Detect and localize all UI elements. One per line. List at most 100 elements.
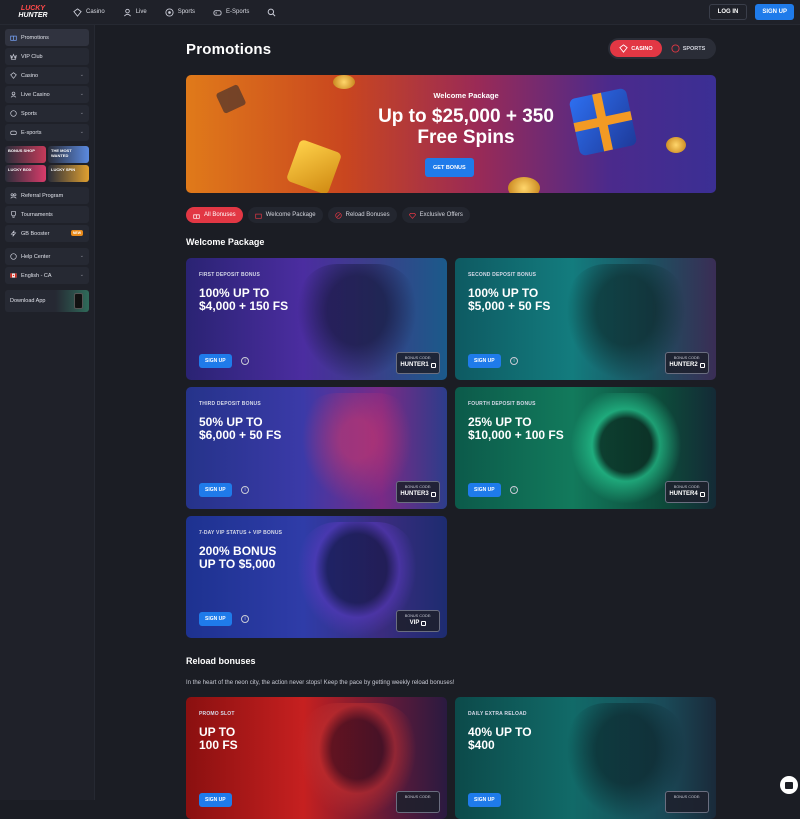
- reload-description: In the heart of the neon city, the actio…: [186, 680, 716, 686]
- coin-decoration: [333, 75, 355, 89]
- sign-up-button[interactable]: SIGN UP: [199, 483, 232, 497]
- new-badge: NEW: [71, 230, 83, 236]
- sidebar-promo-tiles: BONUS SHOP THE MOST WANTED LUCKY BOX LUC…: [5, 146, 89, 182]
- sidebar-item-promotions[interactable]: Promotions: [5, 29, 89, 46]
- chevron-down-icon: ⌄: [80, 72, 84, 78]
- card-title: UP TO 100 FS: [199, 726, 238, 752]
- filter-exclusive-offers[interactable]: Exclusive Offers: [402, 207, 470, 223]
- bonus-code-box[interactable]: BONUS CODE: HUNTER4: [665, 481, 709, 503]
- welcome-cards-grid: FIRST DEPOSIT BONUS 100% UP TO $4,000 + …: [186, 258, 716, 638]
- sidebar-item-esports[interactable]: E-sports ⌄: [5, 124, 89, 141]
- bonus-code-label: BONUS CODE:: [397, 614, 439, 618]
- sidebar-item-label: Casino: [21, 73, 38, 79]
- esports-icon: [213, 8, 222, 17]
- sign-up-button[interactable]: SIGN UP: [468, 354, 501, 368]
- info-icon[interactable]: i: [241, 357, 249, 365]
- bonus-code-box[interactable]: BONUS CODE:: [396, 791, 440, 813]
- sidebar-item-language[interactable]: English - CA ⌄: [5, 267, 89, 284]
- sidebar-item-tournaments[interactable]: Tournaments: [5, 206, 89, 223]
- bonus-card: PROMO SLOT UP TO 100 FS SIGN UP BONUS CO…: [186, 697, 447, 819]
- vip-icon: [10, 53, 17, 60]
- chevron-down-icon: ⌄: [80, 129, 84, 135]
- tile-lucky-box[interactable]: LUCKY BOX: [5, 165, 46, 182]
- sports-icon: [671, 44, 680, 53]
- toggle-casino-label: CASINO: [631, 46, 652, 52]
- bonus-code-box[interactable]: BONUS CODE:: [665, 791, 709, 813]
- tile-lucky-spin[interactable]: LUCKY SPIN: [48, 165, 89, 182]
- bonus-code-box[interactable]: BONUS CODE: HUNTER2: [665, 352, 709, 374]
- sidebar-item-label: English - CA: [21, 273, 52, 279]
- chat-support-button[interactable]: [780, 776, 798, 794]
- sign-up-button[interactable]: SIGN UP: [199, 354, 232, 368]
- tile-label: BONUS SHOP: [8, 148, 35, 153]
- sign-up-button[interactable]: SIGN UP: [468, 483, 501, 497]
- sign-up-button[interactable]: SIGN UP: [199, 793, 232, 807]
- top-bar: LUCKYHUNTER Casino Live Sports E-Sports …: [0, 0, 800, 25]
- sign-up-button[interactable]: SIGN UP: [199, 612, 232, 626]
- filter-welcome-package[interactable]: Welcome Package: [248, 207, 323, 223]
- copy-icon[interactable]: [421, 621, 426, 626]
- gift-icon: [193, 212, 200, 219]
- sports-icon: [10, 110, 17, 117]
- hero-line1: Up to $25,000 + 350: [216, 106, 716, 127]
- filter-all-bonuses[interactable]: All Bonuses: [186, 207, 243, 223]
- info-icon[interactable]: i: [510, 486, 518, 494]
- chevron-down-icon: ⌄: [80, 91, 84, 97]
- chat-icon: [785, 782, 793, 789]
- filter-reload-bonuses[interactable]: Reload Bonuses: [328, 207, 397, 223]
- bonus-code-label: BONUS CODE:: [666, 356, 708, 360]
- bonus-code-box[interactable]: BONUS CODE: HUNTER1: [396, 352, 440, 374]
- diamond-icon: [409, 212, 416, 219]
- sidebar-item-referral[interactable]: Referral Program: [5, 187, 89, 204]
- bonus-code-box[interactable]: BONUS CODE: HUNTER3: [396, 481, 440, 503]
- copy-icon[interactable]: [431, 492, 436, 497]
- reload-bonuses-heading: Reload bonuses: [186, 656, 716, 666]
- info-icon[interactable]: i: [510, 357, 518, 365]
- info-icon[interactable]: i: [241, 615, 249, 623]
- site-logo[interactable]: LUCKYHUNTER: [10, 1, 56, 23]
- login-button[interactable]: LOG IN: [709, 4, 748, 20]
- toggle-casino[interactable]: CASINO: [610, 40, 662, 57]
- promotions-icon: [10, 34, 17, 41]
- search-button[interactable]: [264, 5, 278, 19]
- sidebar-item-vip[interactable]: VIP Club: [5, 48, 89, 65]
- tile-label: LUCKY SPIN: [51, 167, 75, 172]
- sign-up-button[interactable]: SIGN UP: [468, 793, 501, 807]
- toggle-sports-label: SPORTS: [683, 46, 706, 52]
- bonus-card: DAILY EXTRA RELOAD 40% UP TO $400 SIGN U…: [455, 697, 716, 819]
- topnav-sports[interactable]: Sports: [158, 1, 202, 23]
- copy-icon[interactable]: [700, 363, 705, 368]
- get-bonus-button[interactable]: GET BONUS: [425, 158, 474, 177]
- filter-label: Exclusive Offers: [420, 212, 463, 218]
- topnav-casino[interactable]: Casino: [66, 1, 112, 23]
- bonus-code-box[interactable]: BONUS CODE: VIP: [396, 610, 440, 632]
- topnav-live-label: Live: [136, 9, 147, 15]
- sidebar-item-sports[interactable]: Sports ⌄: [5, 105, 89, 122]
- filter-label: All Bonuses: [204, 212, 236, 218]
- info-icon[interactable]: i: [241, 486, 249, 494]
- sidebar-item-live-casino[interactable]: Live Casino ⌄: [5, 86, 89, 103]
- hero-line2: Free Spins: [216, 127, 716, 148]
- sidebar-item-casino[interactable]: Casino ⌄: [5, 67, 89, 84]
- tile-label: THE MOST WANTED: [51, 148, 72, 158]
- reload-cards-grid: PROMO SLOT UP TO 100 FS SIGN UP BONUS CO…: [186, 697, 716, 819]
- bonus-code-value: HUNTER1: [400, 362, 428, 368]
- coin-decoration: [508, 177, 540, 193]
- sidebar-item-label: E-sports: [21, 130, 41, 136]
- card-label: DAILY EXTRA RELOAD: [468, 711, 527, 717]
- sidebar-item-gb-booster[interactable]: GB Booster NEW: [5, 225, 89, 242]
- copy-icon[interactable]: [700, 492, 705, 497]
- tile-most-wanted[interactable]: THE MOST WANTED: [48, 146, 89, 163]
- phone-icon: [74, 293, 83, 309]
- logo-line2: HUNTER: [18, 12, 47, 19]
- topnav-esports[interactable]: E-Sports: [206, 1, 256, 23]
- sidebar-item-label: Help Center: [21, 254, 50, 260]
- copy-icon[interactable]: [431, 363, 436, 368]
- sidebar-item-help-center[interactable]: Help Center ⌄: [5, 248, 89, 265]
- toggle-sports[interactable]: SPORTS: [662, 40, 714, 57]
- sidebar-item-download-app[interactable]: Download App: [5, 290, 89, 312]
- topnav-live[interactable]: Live: [116, 1, 154, 23]
- card-title: 100% UP TO $5,000 + 50 FS: [468, 287, 550, 313]
- tile-bonus-shop[interactable]: BONUS SHOP: [5, 146, 46, 163]
- signup-button[interactable]: SIGN UP: [755, 4, 794, 20]
